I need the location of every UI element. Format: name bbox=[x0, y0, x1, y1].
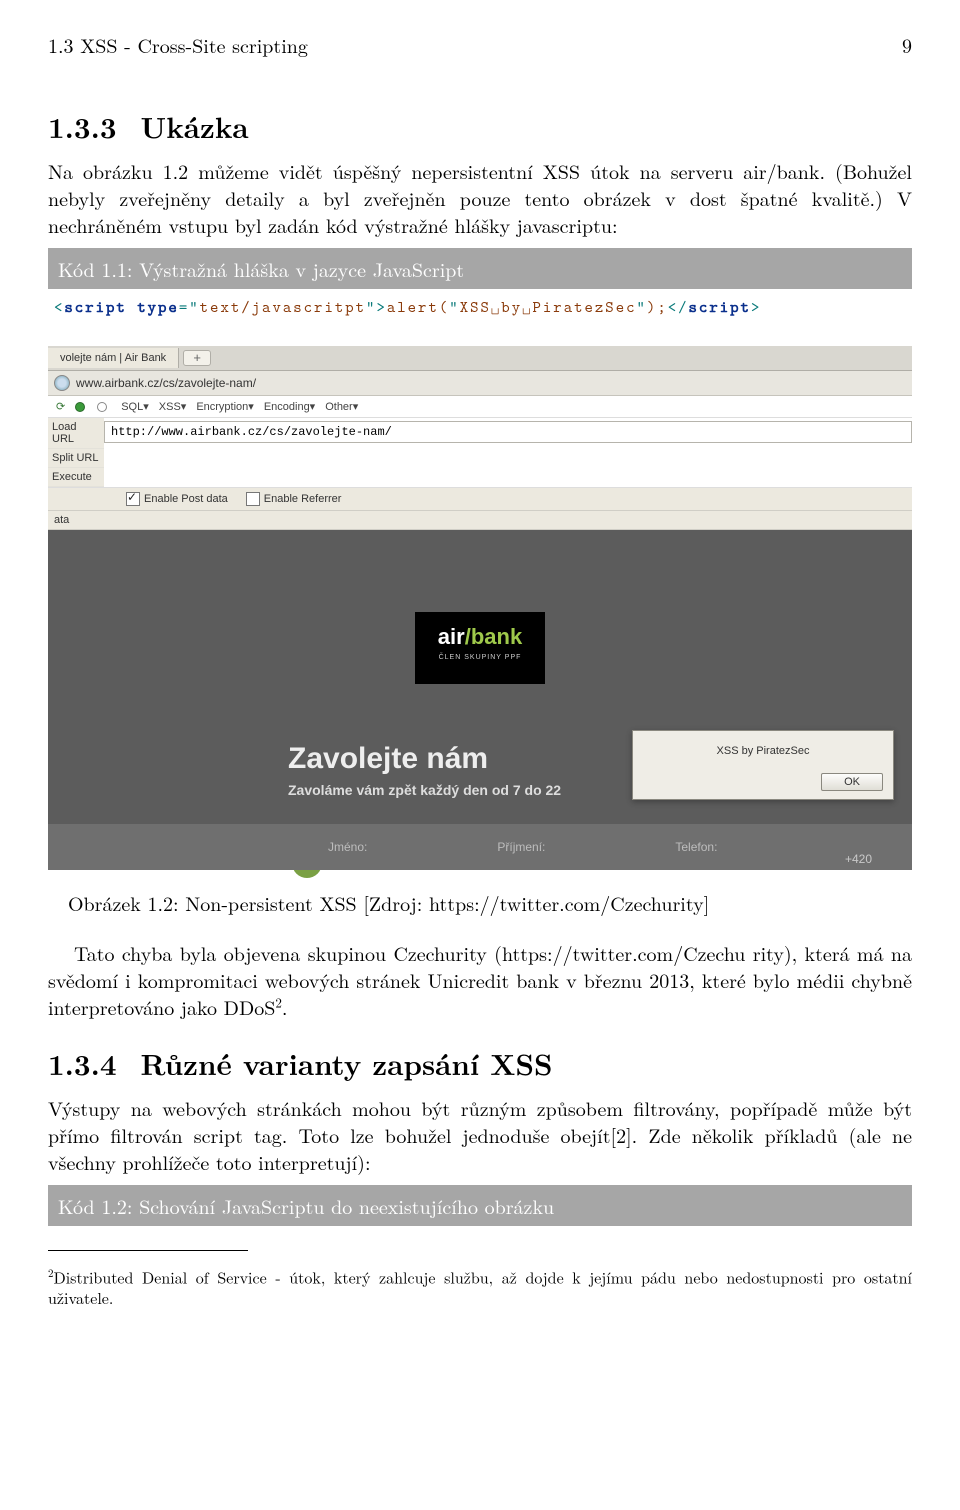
hero-subtitle: Zavoláme vám zpět každý den od 7 do 22 bbox=[288, 782, 561, 798]
figure-1-2-screenshot: volejte nám | Air Bank + www.airbank.cz/… bbox=[48, 346, 912, 870]
alert-message: XSS by PiratezSec bbox=[643, 745, 883, 757]
url-text[interactable]: www.airbank.cz/cs/zavolejte-nam/ bbox=[76, 376, 256, 390]
menu-encryption[interactable]: Encryption▾ bbox=[196, 400, 254, 413]
split-url-button[interactable]: Split URL bbox=[48, 449, 104, 468]
footnote-rule bbox=[48, 1250, 248, 1251]
section-1-3-3-paragraph: Na obrázku 1.2 můžeme vidět úspěšný nepe… bbox=[48, 157, 912, 238]
section-title: Různé varianty zapsání XSS bbox=[141, 1042, 553, 1084]
enable-post-data-checkbox[interactable]: Enable Post data bbox=[126, 492, 228, 506]
code-1-1-body: <script type="text/javascritpt">alert("X… bbox=[48, 289, 912, 332]
footnote-2: 2Distributed Denial of Service - útok, k… bbox=[48, 1267, 912, 1309]
ata-label: ata bbox=[48, 511, 912, 530]
page-number: 9 bbox=[902, 30, 912, 59]
browser-tabstrip: volejte nám | Air Bank + bbox=[48, 346, 912, 371]
enable-referrer-checkbox[interactable]: Enable Referrer bbox=[246, 492, 342, 506]
phone-prefix: +420 bbox=[845, 852, 872, 866]
menu-encoding[interactable]: Encoding▾ bbox=[264, 400, 315, 413]
section-title: Ukázka bbox=[141, 105, 249, 147]
menu-other[interactable]: Other▾ bbox=[325, 400, 358, 413]
hero-title: Zavolejte nám bbox=[288, 742, 488, 776]
menu-xss[interactable]: XSS▾ bbox=[159, 400, 187, 413]
form-label-telefon: Telefon: bbox=[675, 840, 717, 854]
address-bar: www.airbank.cz/cs/zavolejte-nam/ bbox=[48, 371, 912, 396]
section-1-3-4-heading: 1.3.4 Různé varianty zapsání XSS bbox=[48, 1042, 912, 1084]
hackbar-menu: ⟳ SQL▾ XSS▾ Encryption▾ Encoding▾ Other▾ bbox=[48, 396, 912, 418]
status-dot-white-icon bbox=[97, 402, 107, 412]
form-label-prijmeni: Příjmení: bbox=[497, 840, 545, 854]
section-1-3-3-heading: 1.3.3 Ukázka bbox=[48, 105, 912, 147]
airbank-logo: air/bank ČLEN SKUPINY PPF bbox=[415, 612, 545, 684]
execute-button[interactable]: Execute bbox=[48, 468, 104, 487]
replay-icon[interactable]: ⟳ bbox=[56, 400, 65, 413]
paragraph-after-figure: Tato chyba byla objevena skupinou Czechu… bbox=[48, 939, 912, 1020]
load-url-input[interactable] bbox=[104, 421, 912, 443]
page-hero: air/bank ČLEN SKUPINY PPF Zavolejte nám … bbox=[48, 530, 912, 870]
section-number: 1.3.3 bbox=[48, 105, 117, 147]
section-1-3-4-paragraph: Výstupy na webových stránkách mohou být … bbox=[48, 1094, 912, 1175]
js-alert-dialog: XSS by PiratezSec OK bbox=[632, 730, 894, 800]
hackbar-sidebar: Load URL Split URL Execute bbox=[48, 418, 104, 487]
load-url-button[interactable]: Load URL bbox=[48, 418, 104, 449]
menu-sql[interactable]: SQL▾ bbox=[121, 400, 149, 413]
browser-tab[interactable]: volejte nám | Air Bank bbox=[48, 348, 179, 368]
section-number: 1.3.4 bbox=[48, 1042, 117, 1084]
running-title: 1.3 XSS - Cross-Site scripting bbox=[48, 30, 308, 59]
running-header: 1.3 XSS - Cross-Site scripting 9 bbox=[48, 30, 912, 59]
globe-icon bbox=[54, 375, 70, 391]
status-dot-green-icon bbox=[75, 402, 85, 412]
callback-form-labels: Jméno: Příjmení: Telefon: bbox=[48, 824, 912, 870]
alert-ok-button[interactable]: OK bbox=[821, 773, 883, 791]
form-label-jmeno: Jméno: bbox=[328, 840, 367, 854]
figure-1-2-caption: Obrázek 1.2: Non-persistent XSS [Zdroj: … bbox=[68, 888, 912, 917]
code-1-1-title: Kód 1.1: Výstražná hláška v jazyce JavaS… bbox=[48, 248, 912, 289]
code-1-2-title: Kód 1.2: Schování JavaScriptu do neexist… bbox=[48, 1185, 912, 1226]
new-tab-button[interactable]: + bbox=[183, 350, 211, 366]
